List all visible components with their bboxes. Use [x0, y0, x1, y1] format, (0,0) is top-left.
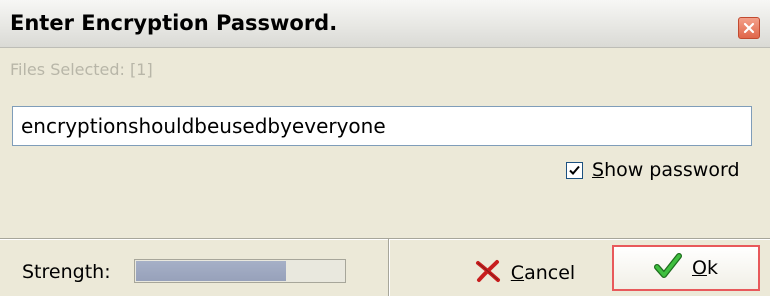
ok-button-label: Ok	[692, 257, 718, 279]
password-input[interactable]	[12, 106, 752, 146]
close-icon	[743, 22, 755, 34]
strength-label: Strength:	[22, 261, 111, 283]
show-password-label: Show password	[592, 159, 740, 181]
encryption-password-dialog: Enter Encryption Password. Files Selecte…	[0, 0, 770, 296]
cancel-button[interactable]: Cancel	[462, 253, 588, 293]
checkmark-icon	[569, 165, 580, 175]
files-selected-label: Files Selected: [1]	[10, 60, 153, 79]
checkmark-icon	[654, 252, 682, 284]
cancel-button-label: Cancel	[510, 262, 576, 284]
cancel-x-icon	[475, 259, 501, 288]
strength-meter	[134, 259, 346, 283]
dialog-title: Enter Encryption Password.	[10, 11, 338, 35]
show-password-checkbox-row[interactable]: Show password	[566, 159, 740, 181]
ok-button[interactable]: Ok	[612, 245, 760, 291]
title-bar: Enter Encryption Password.	[0, 0, 770, 48]
show-password-checkbox[interactable]	[566, 161, 583, 179]
strength-meter-fill	[136, 261, 286, 281]
panel-divider	[388, 239, 390, 296]
close-button[interactable]	[738, 17, 760, 39]
